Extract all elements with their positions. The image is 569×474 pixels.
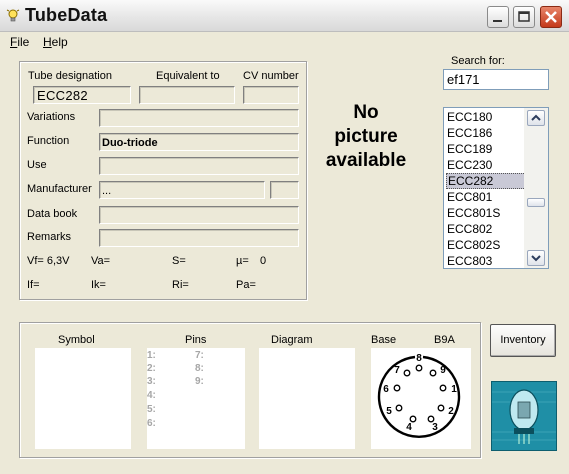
manufacturer-code-field: [270, 181, 299, 199]
function-value: Duo-triode: [102, 137, 158, 149]
menu-file[interactable]: File: [10, 35, 29, 49]
pin-label: 3:: [147, 376, 156, 387]
scroll-thumb[interactable]: [527, 198, 545, 207]
scroll-up-icon: [531, 114, 541, 121]
tube-designation-label: Tube designation: [28, 70, 112, 82]
base-pin-label: 3: [432, 422, 438, 433]
no-picture-text: No picture available: [318, 101, 414, 173]
base-pin-label: 9: [440, 365, 446, 376]
manufacturer-label: Manufacturer: [27, 183, 92, 195]
pin-label: 1:: [147, 350, 156, 361]
remarks-label: Remarks: [27, 231, 72, 243]
close-button[interactable]: [540, 6, 562, 28]
list-item-selected[interactable]: ECC282: [446, 173, 526, 189]
close-icon: [545, 11, 557, 23]
function-field: Duo-triode: [99, 133, 299, 151]
databook-field: [99, 206, 299, 224]
minimize-button[interactable]: [487, 6, 509, 28]
pin-label: 4:: [147, 390, 156, 401]
va-label: Va=: [91, 255, 111, 267]
use-field: [99, 157, 299, 175]
pins-box: 1: 2: 3: 4: 5: 6: 7: 8: 9:: [147, 348, 245, 449]
pin-label: 2:: [147, 363, 156, 374]
diagram-box: [259, 348, 355, 449]
list-item[interactable]: ECC802S: [446, 237, 526, 253]
equivalent-label: Equivalent to: [156, 70, 220, 82]
menu-bar: [0, 32, 569, 52]
list-item[interactable]: ECC801S: [446, 205, 526, 221]
base-pin-label: 5: [386, 406, 392, 417]
mu-value: 0: [260, 255, 267, 267]
databook-label: Data book: [27, 208, 78, 220]
menu-help[interactable]: Help: [43, 35, 68, 49]
base-pin-label: 2: [448, 406, 454, 417]
symbol-label: Symbol: [58, 334, 95, 346]
list-scrollbar[interactable]: [524, 108, 548, 268]
tube-designation-value: ECC282: [37, 88, 88, 103]
function-label: Function: [27, 135, 70, 147]
window-title: TubeData: [25, 5, 108, 25]
menu-help-label: elp: [51, 35, 68, 49]
ik-label: Ik=: [91, 279, 106, 291]
base-box: 1 2 3 4 5 6 7 8 9: [371, 348, 471, 449]
diagram-label: Diagram: [271, 334, 313, 346]
list-item[interactable]: ECC801: [446, 189, 526, 205]
base-label: Base: [371, 334, 397, 346]
maximize-icon: [518, 11, 530, 22]
if-label: If=: [27, 279, 40, 291]
search-input[interactable]: ef171: [443, 69, 549, 90]
no-picture-line-1: No: [353, 102, 379, 123]
base-pin-label: 1: [451, 384, 457, 395]
pa-label: Pa=: [236, 279, 256, 291]
minimize-icon: [493, 20, 502, 22]
variations-label: Variations: [27, 111, 76, 123]
inventory-button[interactable]: Inventory: [490, 324, 556, 357]
base-pin-label: 8: [416, 353, 422, 364]
ri-label: Ri=: [172, 279, 189, 291]
pin-label: 9:: [195, 376, 204, 387]
mu-label: µ=: [236, 255, 249, 267]
manufacturer-field: ...: [99, 181, 265, 199]
symbol-box: [35, 348, 131, 449]
list-item[interactable]: ECC230: [446, 157, 526, 173]
pin-label: 7:: [195, 350, 204, 361]
tube-designation-field: ECC282: [33, 86, 131, 104]
pin-label: 5:: [147, 404, 156, 415]
list-item[interactable]: ECC189: [446, 141, 526, 157]
base-pin-label: 6: [383, 384, 389, 395]
manufacturer-value: ...: [102, 185, 112, 197]
tube-logo-icon: [491, 381, 557, 451]
list-item[interactable]: ECC803: [446, 253, 526, 268]
equivalent-field: [139, 86, 235, 104]
remarks-field: [99, 229, 299, 247]
tube-logo-graphic: [492, 382, 556, 450]
base-type-value: B9A: [434, 334, 455, 346]
use-label: Use: [27, 159, 47, 171]
base-pin-label: 4: [406, 422, 412, 433]
app-bulb-icon: [6, 9, 20, 22]
list-item[interactable]: ECC180: [446, 109, 526, 125]
scroll-down-button[interactable]: [527, 250, 545, 266]
no-picture-line-3: available: [325, 150, 407, 171]
variations-field: [99, 109, 299, 127]
cv-number-field: [243, 86, 299, 104]
cv-number-label: CV number: [243, 70, 299, 82]
menu-file-label: ile: [17, 35, 30, 49]
list-item[interactable]: ECC802: [446, 221, 526, 237]
s-label: S=: [172, 255, 186, 267]
no-picture-line-2: picture: [334, 126, 398, 147]
pin-label: 8:: [195, 363, 204, 374]
base-pin-label: 7: [394, 365, 400, 376]
maximize-button[interactable]: [513, 6, 535, 28]
vf-value: Vf= 6,3V: [27, 255, 70, 267]
pin-label: 6:: [147, 418, 156, 429]
search-label: Search for:: [451, 55, 505, 67]
scroll-down-icon: [531, 255, 541, 262]
b9a-base-diagram: 1 2 3 4 5 6 7 8 9: [377, 353, 461, 438]
menu-help-accel: H: [43, 35, 52, 49]
pins-label: Pins: [185, 334, 207, 346]
scroll-up-button[interactable]: [527, 110, 545, 126]
list-item[interactable]: ECC186: [446, 125, 526, 141]
